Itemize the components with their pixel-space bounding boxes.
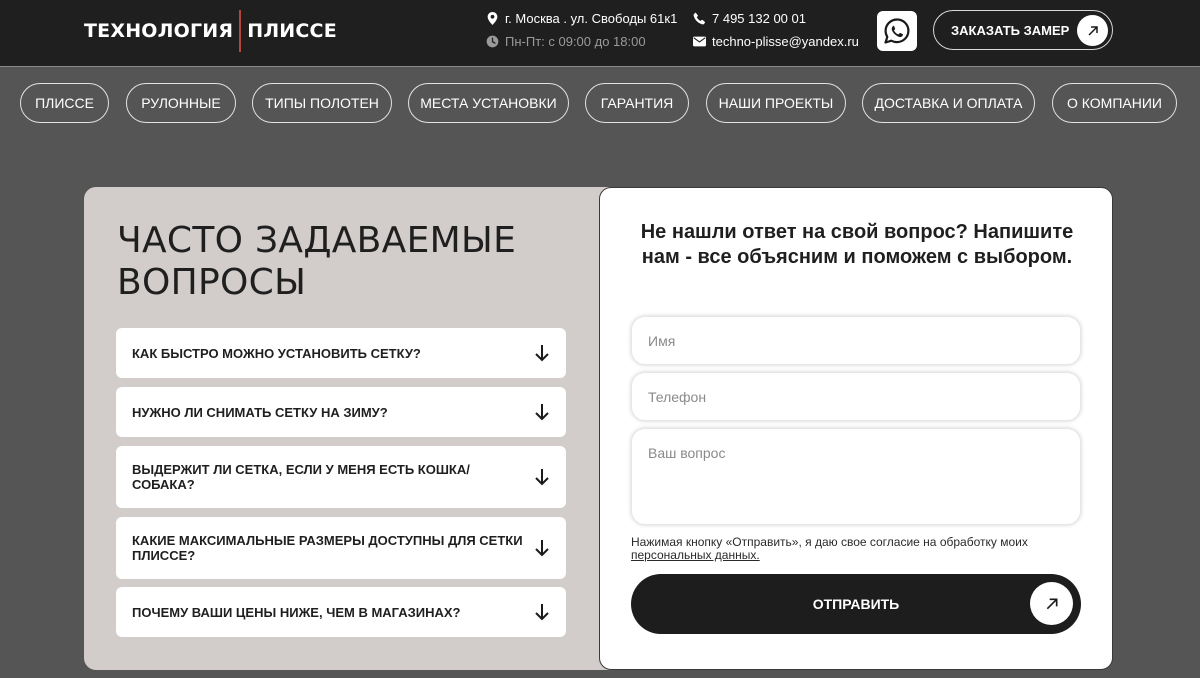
consent-label: Нажимая кнопку «Отправить», я даю свое с…	[631, 535, 1028, 549]
whatsapp-icon	[883, 17, 911, 45]
arrow-down-icon	[535, 604, 549, 621]
faq-item[interactable]: ВЫДЕРЖИТ ЛИ СЕТКА, ЕСЛИ У МЕНЯ ЕСТЬ КОШК…	[116, 446, 566, 508]
address-text: г. Москва . ул. Свободы 61к1	[505, 11, 678, 26]
name-placeholder: Имя	[648, 333, 676, 349]
faq-question: КАКИЕ МАКСИМАЛЬНЫЕ РАЗМЕРЫ ДОСТУПНЫ ДЛЯ …	[132, 533, 523, 563]
faq-panel: ЧАСТО ЗАДАВАЕМЫЕ ВОПРОСЫ КАК БЫСТРО МОЖН…	[84, 187, 612, 670]
privacy-link[interactable]: персональных данных.	[631, 548, 760, 562]
faq-title: ЧАСТО ЗАДАВАЕМЫЕ ВОПРОСЫ	[117, 220, 517, 303]
order-button-label: ЗАКАЗАТЬ ЗАМЕР	[951, 22, 1070, 38]
contact-form: Не нашли ответ на свой вопрос? Напишите …	[599, 187, 1113, 670]
email-link[interactable]: techno-plisse@yandex.ru	[692, 34, 859, 49]
form-title: Не нашли ответ на свой вопрос? Напишите …	[640, 221, 1074, 268]
nav-item-roller[interactable]: РУЛОННЫЕ	[126, 83, 236, 123]
nav-item-plisse[interactable]: ПЛИССЕ	[20, 83, 109, 123]
faq-item[interactable]: КАК БЫСТРО МОЖНО УСТАНОВИТЬ СЕТКУ?	[116, 328, 566, 378]
site-header: ТЕХНОЛОГИЯ ПЛИССЕ г. Москва . ул. Свобод…	[0, 0, 1200, 67]
nav-item-delivery-payment[interactable]: ДОСТАВКА И ОПЛАТА	[862, 83, 1035, 123]
phone-text: 7 495 132 00 01	[712, 11, 806, 26]
faq-item[interactable]: НУЖНО ЛИ СНИМАТЬ СЕТКУ НА ЗИМУ?	[116, 387, 566, 437]
faq-question: ПОЧЕМУ ВАШИ ЦЕНЫ НИЖЕ, ЧЕМ В МАГАЗИНАХ?	[132, 604, 461, 620]
submit-label: ОТПРАВИТЬ	[812, 596, 900, 612]
phone-icon	[692, 12, 706, 26]
submit-button[interactable]: ОТПРАВИТЬ	[631, 574, 1081, 634]
arrow-up-right-icon	[1077, 15, 1108, 46]
working-hours: Пн-Пт: с 09:00 до 18:00	[485, 34, 646, 49]
nav-item-about[interactable]: О КОМПАНИИ	[1052, 83, 1177, 123]
clock-icon	[485, 35, 499, 49]
phone-placeholder: Телефон	[648, 389, 707, 405]
arrow-down-icon	[535, 404, 549, 421]
faq-question: КАК БЫСТРО МОЖНО УСТАНОВИТЬ СЕТКУ?	[132, 345, 421, 361]
logo-separator	[239, 10, 242, 52]
arrow-down-icon	[535, 469, 549, 486]
name-field[interactable]: Имя	[631, 316, 1081, 365]
nav-item-fabric-types[interactable]: ТИПЫ ПОЛОТЕН	[252, 83, 392, 123]
faq-item[interactable]: КАКИЕ МАКСИМАЛЬНЫЕ РАЗМЕРЫ ДОСТУПНЫ ДЛЯ …	[116, 517, 566, 579]
arrow-up-right-icon	[1030, 582, 1073, 625]
hours-text: Пн-Пт: с 09:00 до 18:00	[505, 34, 646, 49]
email-text: techno-plisse@yandex.ru	[712, 34, 859, 49]
main-nav: ПЛИССЕ РУЛОННЫЕ ТИПЫ ПОЛОТЕН МЕСТА УСТАН…	[0, 83, 1200, 123]
order-measurement-button[interactable]: ЗАКАЗАТЬ ЗАМЕР	[933, 10, 1113, 50]
phone-link[interactable]: 7 495 132 00 01	[692, 11, 806, 26]
question-field[interactable]: Ваш вопрос	[631, 428, 1081, 525]
faq-question: ВЫДЕРЖИТ ЛИ СЕТКА, ЕСЛИ У МЕНЯ ЕСТЬ КОШК…	[132, 462, 470, 492]
phone-field[interactable]: Телефон	[631, 372, 1081, 421]
question-placeholder: Ваш вопрос	[648, 445, 726, 461]
faq-item[interactable]: ПОЧЕМУ ВАШИ ЦЕНЫ НИЖЕ, ЧЕМ В МАГАЗИНАХ?	[116, 587, 566, 637]
nav-item-installation-places[interactable]: МЕСТА УСТАНОВКИ	[408, 83, 569, 123]
logo-text-right: ПЛИССЕ	[247, 20, 337, 42]
whatsapp-button[interactable]	[877, 11, 917, 51]
arrow-down-icon	[535, 540, 549, 557]
nav-item-projects[interactable]: НАШИ ПРОЕКТЫ	[706, 83, 846, 123]
consent-text: Нажимая кнопку «Отправить», я даю свое с…	[631, 536, 1081, 562]
nav-item-warranty[interactable]: ГАРАНТИЯ	[585, 83, 689, 123]
faq-question: НУЖНО ЛИ СНИМАТЬ СЕТКУ НА ЗИМУ?	[132, 404, 388, 420]
location-pin-icon	[485, 12, 499, 26]
address: г. Москва . ул. Свободы 61к1	[485, 11, 677, 26]
arrow-down-icon	[535, 345, 549, 362]
logo-text-left: ТЕХНОЛОГИЯ	[84, 20, 234, 42]
mail-icon	[692, 35, 706, 49]
logo[interactable]: ТЕХНОЛОГИЯ ПЛИССЕ	[84, 10, 337, 52]
